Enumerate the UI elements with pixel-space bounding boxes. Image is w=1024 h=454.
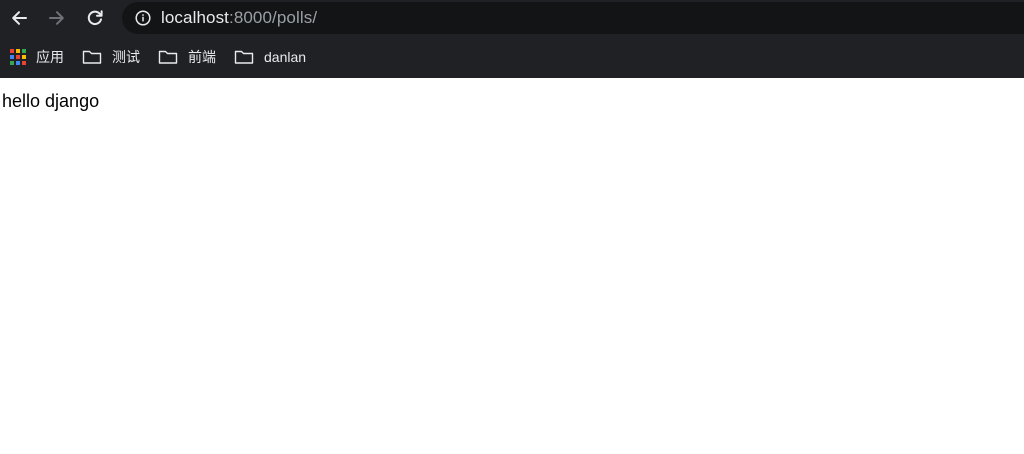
page-body-text: hello django [2,91,100,111]
browser-window: localhost:8000/polls/ 应用 测试 前端 danlan he… [0,0,1024,454]
bookmark-folder-danlan[interactable]: danlan [234,43,306,71]
browser-toolbar: localhost:8000/polls/ [0,0,1024,36]
bookmark-label: danlan [264,49,307,65]
bookmark-label: 测试 [112,49,140,65]
arrow-left-icon [12,11,27,25]
url-text[interactable]: localhost:8000/polls/ [161,8,317,28]
reload-button[interactable] [76,0,114,36]
bookmark-folder-frontend[interactable]: 前端 [158,43,216,71]
bookmark-apps[interactable]: 应用 [10,43,64,71]
back-button[interactable] [0,0,38,36]
folder-icon [234,50,254,64]
url-path: :8000/polls/ [229,8,318,27]
bookmark-label: 前端 [188,49,216,65]
folder-icon [82,50,102,64]
folder-icon [158,50,178,64]
bookmark-folder-test[interactable]: 测试 [82,43,140,71]
bookmark-label: 应用 [36,49,64,65]
address-bar[interactable]: localhost:8000/polls/ [122,2,1024,34]
apps-grid-icon [10,49,26,65]
bookmarks-bar: 应用 测试 前端 danlan [0,36,1024,78]
forward-button[interactable] [38,0,76,36]
url-host: localhost [161,8,229,27]
reload-icon [87,10,103,26]
page-content: hello django [0,78,1024,112]
arrow-right-icon [49,11,64,25]
info-icon[interactable] [135,10,151,26]
